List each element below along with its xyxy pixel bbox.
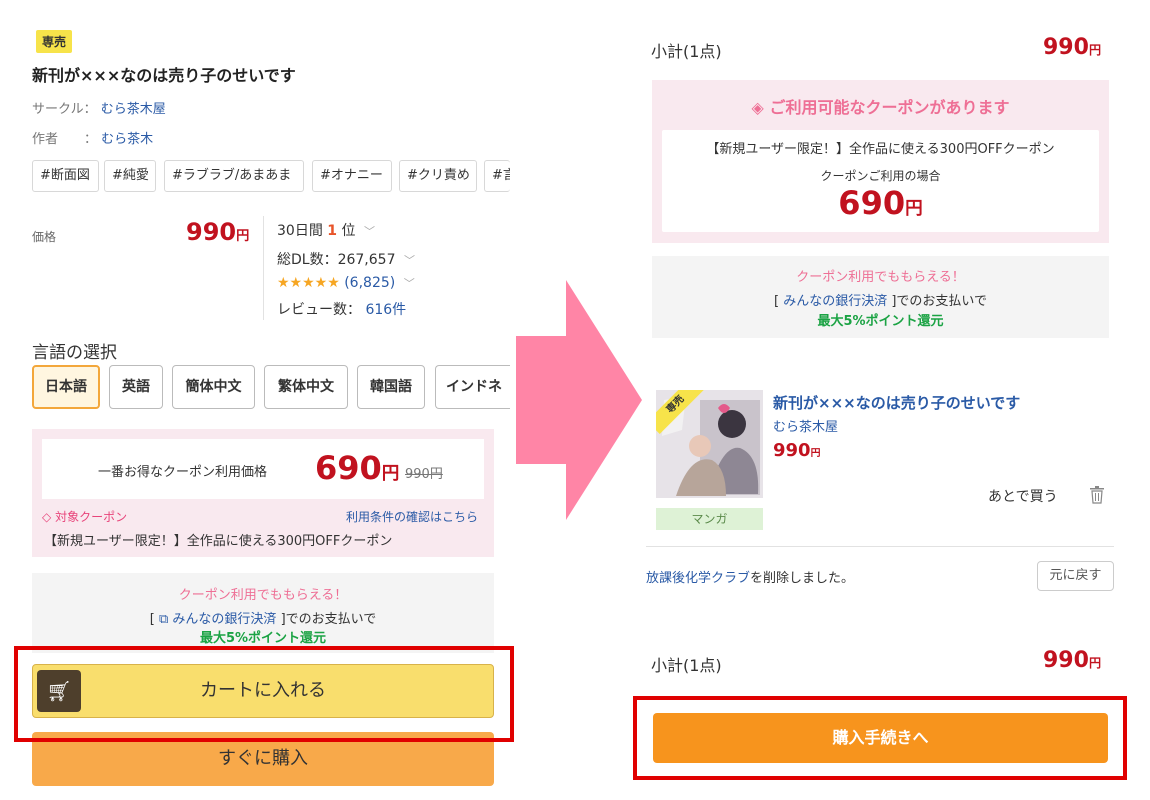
bank-headline-cart: クーポン利用でももらえる！ xyxy=(796,270,965,285)
bank-points-cart: 最大5%ポイント還元 xyxy=(817,314,944,329)
circle-row: サークル： むら茶木屋 xyxy=(32,98,166,117)
author-row: 作者 ： むら茶木 xyxy=(32,128,153,147)
bank-payment-box-cart: クーポン利用でももらえる！ [ みんなの銀行決済 ]でのお支払いで 最大5%ポイ… xyxy=(652,256,1109,338)
coupon-box: 一番お得なクーポン利用価格 690円 990円 ◇ 対象クーポン 利用条件の確認… xyxy=(32,429,494,557)
coupon-terms-link[interactable]: 利用条件の確認はこちら xyxy=(346,508,478,525)
circle-link[interactable]: むら茶木屋 xyxy=(101,102,166,117)
tag-item[interactable]: #クリ責め xyxy=(399,160,477,192)
removed-message: 放課後化学クラブを削除しました。 xyxy=(646,571,855,586)
lang-option-simplified-chinese[interactable]: 簡体中文 xyxy=(172,365,255,409)
coupon-card[interactable]: 【新規ユーザー限定！】全作品に使える300円OFFクーポン クーポンご利用の場合… xyxy=(662,130,1099,232)
ranking-row[interactable]: 30日間 1 位 ﹀ xyxy=(277,220,375,240)
chevron-down-icon: ﹀ xyxy=(363,225,375,238)
arrow-right-icon xyxy=(516,280,642,520)
coupon-price-label: 一番お得なクーポン利用価格 xyxy=(98,465,268,480)
subtotal-price: 990円 xyxy=(1043,35,1102,60)
tag-item[interactable]: #言 xyxy=(484,160,510,192)
divider xyxy=(646,546,1114,547)
tag-item[interactable]: #断面図 xyxy=(32,160,99,192)
lang-option-japanese[interactable]: 日本語 xyxy=(32,365,100,409)
coupon-price-card: 一番お得なクーポン利用価格 690円 990円 xyxy=(42,439,484,499)
author-label: 作者 ： xyxy=(32,132,98,147)
bank-headline: クーポン利用でももらえる！ xyxy=(178,588,348,603)
coupon-case-label: クーポンご利用の場合 xyxy=(820,169,941,183)
highlight-frame xyxy=(633,696,1127,780)
bank-link-cart[interactable]: みんなの銀行決済 xyxy=(783,294,887,309)
author-link[interactable]: むら茶木 xyxy=(101,132,153,147)
coupon-available-heading: ◈ ご利用可能なクーポンがあります xyxy=(751,98,1010,117)
tag-item[interactable]: #純愛 xyxy=(104,160,156,192)
save-for-later-button[interactable]: あとで買う xyxy=(988,486,1058,506)
language-title: 言語の選択 xyxy=(32,343,117,363)
undo-button[interactable]: 元に戻す xyxy=(1037,561,1114,591)
external-link-icon: ⧉ xyxy=(158,612,169,627)
tag-icon: ◇ xyxy=(42,510,52,524)
coupon-tag[interactable]: ◇ 対象クーポン xyxy=(42,508,127,525)
product-title: 新刊が×××なのは売り子のせいです xyxy=(32,66,296,85)
review-count-link[interactable]: 616件 xyxy=(365,302,406,318)
bank-line-cart: [ みんなの銀行決済 ]でのお支払いで xyxy=(773,294,988,309)
star-rating-icon: ★★★★★ xyxy=(277,275,340,291)
removed-item-link[interactable]: 放課後化学クラブ xyxy=(646,571,750,586)
lang-option-indonesian[interactable]: インドネ xyxy=(435,365,510,409)
download-count-row[interactable]: 総DL数：267,657 ﹀ xyxy=(277,249,415,269)
rating-row[interactable]: ★★★★★ (6,825) ﹀ xyxy=(277,275,415,291)
price-label: 価格 xyxy=(32,230,57,244)
price: 990円 xyxy=(186,218,250,246)
chevron-down-icon: ﹀ xyxy=(403,254,415,267)
subtotal-label-bottom: 小計(1点) xyxy=(651,656,722,675)
item-category: マンガ xyxy=(656,508,763,530)
item-price: 990円 xyxy=(773,440,821,461)
highlight-frame xyxy=(14,646,514,742)
item-title-link[interactable]: 新刊が×××なのは売り子のせいです xyxy=(773,392,1020,413)
stats-divider xyxy=(263,216,264,320)
coupon-card-description: 【新規ユーザー限定！】全作品に使える300円OFFクーポン xyxy=(706,142,1055,157)
coupon-discounted-price: 690円 xyxy=(838,184,923,222)
bank-link[interactable]: みんなの銀行決済 xyxy=(172,612,276,627)
lang-option-korean[interactable]: 韓国語 xyxy=(357,365,425,409)
coupon-available-box: ◈ ご利用可能なクーポンがあります 【新規ユーザー限定！】全作品に使える300円… xyxy=(652,80,1109,243)
chevron-down-icon: ﹀ xyxy=(403,277,415,290)
subtotal-price-bottom: 990円 xyxy=(1043,648,1102,673)
exclusive-badge: 専売 xyxy=(36,30,73,53)
subtotal-label: 小計(1点) xyxy=(651,42,722,61)
coupon-price: 690円 xyxy=(315,449,400,487)
lang-option-traditional-chinese[interactable]: 繁体中文 xyxy=(264,365,348,409)
tag-item[interactable]: #オナニー xyxy=(312,160,392,192)
bank-line: [ ⧉ みんなの銀行決済 ]でのお支払いで xyxy=(149,612,377,627)
tag-item[interactable]: #ラブラブ/あまあま xyxy=(164,160,304,192)
trash-icon[interactable] xyxy=(1089,486,1105,504)
bank-payment-box: クーポン利用でももらえる！ [ ⧉ みんなの銀行決済 ]でのお支払いで 最大5%… xyxy=(32,573,494,653)
review-row: レビュー数： 616件 xyxy=(277,302,407,318)
original-price: 990円 xyxy=(405,467,443,482)
product-thumbnail[interactable]: 専売 xyxy=(656,390,763,498)
coupon-tag-icon: ◈ xyxy=(751,98,764,117)
lang-option-english[interactable]: 英語 xyxy=(109,365,163,409)
circle-label: サークル： xyxy=(32,102,97,117)
coupon-description: 【新規ユーザー限定！】全作品に使える300円OFFクーポン xyxy=(44,534,393,549)
item-circle-link[interactable]: むら茶木屋 xyxy=(773,416,838,435)
bank-points: 最大5%ポイント還元 xyxy=(199,631,327,646)
